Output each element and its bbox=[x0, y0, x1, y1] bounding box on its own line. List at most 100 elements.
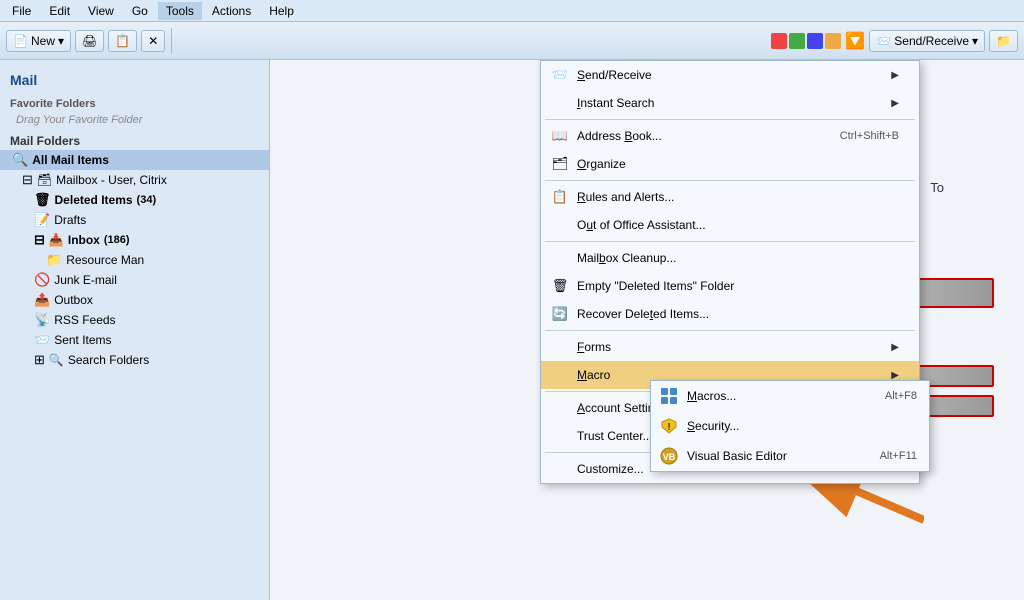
inbox-badge: (186) bbox=[104, 234, 130, 246]
menu-tools[interactable]: Tools bbox=[158, 2, 202, 20]
forms-arrow: ▶ bbox=[891, 342, 899, 353]
color-box-green bbox=[789, 33, 805, 49]
deleted-label: Deleted Items bbox=[55, 193, 133, 207]
search-folders-label: Search Folders bbox=[68, 353, 149, 367]
rules-menu-label: Rules and Alerts... bbox=[577, 190, 674, 204]
deleted-icon: 🗑 bbox=[34, 192, 51, 208]
menu-view[interactable]: View bbox=[80, 2, 122, 20]
sidebar-item-deleted[interactable]: 🗑 Deleted Items (34) bbox=[0, 190, 269, 210]
menu-address-book[interactable]: 📖 Address Book... Ctrl+Shift+B bbox=[541, 122, 919, 150]
folder-button[interactable]: 📁 bbox=[989, 30, 1018, 52]
menu-edit[interactable]: Edit bbox=[41, 2, 78, 20]
send-receive-icon: 📨 bbox=[876, 34, 891, 48]
address-book-icon: 📋 bbox=[115, 34, 130, 48]
toolbar: 📄 New ▾ 🖨 📋 ✕ 🔽 📨 Send/Receive ▾ 📁 bbox=[0, 22, 1024, 60]
menu-out-of-office[interactable]: Out of Office Assistant... bbox=[541, 211, 919, 239]
print-button[interactable]: 🖨 bbox=[75, 30, 104, 52]
recover-deleted-label: Recover Deleted Items... bbox=[577, 307, 709, 321]
junk-icon: 🚫 bbox=[34, 272, 50, 288]
vb-editor-shortcut: Alt+F11 bbox=[880, 450, 917, 462]
color-box-blue bbox=[807, 33, 823, 49]
sidebar: Mail Favorite Folders Drag Your Favorite… bbox=[0, 60, 270, 600]
account-settings-icon bbox=[551, 399, 569, 417]
macro-arrow: ▶ bbox=[891, 370, 899, 381]
submenu-vb-editor[interactable]: VB Visual Basic Editor Alt+F11 bbox=[651, 441, 929, 471]
mail-title: Mail bbox=[0, 68, 269, 90]
sidebar-item-drafts[interactable]: 📝 Drafts bbox=[0, 210, 269, 230]
submenu-macros[interactable]: Macros... Alt+F8 bbox=[651, 381, 929, 411]
address-book-button[interactable]: 📋 bbox=[108, 30, 137, 52]
rss-icon: 📡 bbox=[34, 312, 50, 328]
sidebar-item-inbox[interactable]: ⊟ 📥 Inbox (186) bbox=[0, 230, 269, 250]
mail-folders-title: Mail Folders bbox=[0, 128, 269, 150]
drafts-icon: 📝 bbox=[34, 212, 50, 228]
filter-icon: 🔽 bbox=[845, 31, 865, 51]
svg-text:VB: VB bbox=[663, 452, 676, 462]
delete-icon: ✕ bbox=[148, 34, 158, 48]
customize-icon bbox=[551, 460, 569, 478]
delete-button[interactable]: ✕ bbox=[141, 30, 165, 52]
sidebar-item-rss[interactable]: 📡 RSS Feeds bbox=[0, 310, 269, 330]
mailbox-cleanup-icon bbox=[551, 249, 569, 267]
sidebar-item-outbox[interactable]: 📤 Outbox bbox=[0, 290, 269, 310]
menu-rules-alerts[interactable]: 📋 Rules and Alerts... bbox=[541, 183, 919, 211]
out-of-office-icon bbox=[551, 216, 569, 234]
folder-icon: 📁 bbox=[996, 34, 1011, 48]
menu-forms[interactable]: Forms ▶ bbox=[541, 333, 919, 361]
rss-label: RSS Feeds bbox=[54, 313, 115, 327]
new-icon: 📄 bbox=[13, 34, 28, 48]
outbox-label: Outbox bbox=[54, 293, 93, 307]
menu-empty-deleted[interactable]: 🗑 Empty "Deleted Items" Folder bbox=[541, 272, 919, 300]
menu-mailbox-cleanup[interactable]: Mailbox Cleanup... bbox=[541, 244, 919, 272]
security-icon: ! bbox=[659, 417, 679, 435]
toolbar-separator-1 bbox=[171, 28, 172, 54]
macros-label: Macros... bbox=[687, 389, 736, 403]
submenu-security[interactable]: ! Security... bbox=[651, 411, 929, 441]
new-dropdown-icon: ▾ bbox=[58, 34, 64, 48]
sidebar-item-junk[interactable]: 🚫 Junk E-mail bbox=[0, 270, 269, 290]
inbox-label: Inbox bbox=[68, 233, 100, 247]
search-folders-icon: 🔍 bbox=[49, 353, 64, 367]
send-receive-menu-label: Send/Receive bbox=[577, 68, 652, 82]
new-label: New bbox=[31, 34, 55, 48]
menu-sep-3 bbox=[545, 241, 915, 242]
menu-send-receive[interactable]: 📨 Send/Receive ▶ bbox=[541, 61, 919, 89]
menu-instant-search[interactable]: Instant Search ▶ bbox=[541, 89, 919, 117]
sidebar-item-all-mail[interactable]: 🔍 All Mail Items bbox=[0, 150, 269, 170]
mailbox-icon: 🗃 bbox=[37, 173, 52, 187]
junk-label: Junk E-mail bbox=[54, 273, 117, 287]
rules-menu-icon: 📋 bbox=[551, 188, 569, 206]
outbox-icon: 📤 bbox=[34, 292, 50, 308]
menu-recover-deleted[interactable]: 🔄 Recover Deleted Items... bbox=[541, 300, 919, 328]
security-label: Security... bbox=[687, 419, 739, 433]
mailbox-cleanup-label: Mailbox Cleanup... bbox=[577, 251, 676, 265]
sidebar-item-search-folders[interactable]: ⊞ 🔍 Search Folders bbox=[0, 350, 269, 370]
expand-inbox-icon: ⊟ bbox=[34, 232, 45, 248]
print-icon: 🖨 bbox=[82, 34, 97, 48]
vb-editor-icon: VB bbox=[659, 447, 679, 465]
send-receive-dropdown-icon: ▾ bbox=[972, 34, 978, 48]
menu-actions[interactable]: Actions bbox=[204, 2, 259, 20]
macros-shortcut: Alt+F8 bbox=[885, 390, 917, 402]
out-of-office-label: Out of Office Assistant... bbox=[577, 218, 706, 232]
color-box-yellow bbox=[825, 33, 841, 49]
menu-go[interactable]: Go bbox=[124, 2, 156, 20]
send-receive-button[interactable]: 📨 Send/Receive ▾ bbox=[869, 30, 985, 52]
vb-editor-label: Visual Basic Editor bbox=[687, 449, 787, 463]
menu-organize[interactable]: 🗂 Organize bbox=[541, 150, 919, 178]
sidebar-item-mailbox[interactable]: ⊟ 🗃 Mailbox - User, Citrix bbox=[0, 170, 269, 190]
drafts-label: Drafts bbox=[54, 213, 86, 227]
menu-file[interactable]: File bbox=[4, 2, 39, 20]
empty-deleted-icon: 🗑 bbox=[551, 277, 569, 295]
sent-icon: 📨 bbox=[34, 332, 50, 348]
color-box-red bbox=[771, 33, 787, 49]
menu-help[interactable]: Help bbox=[261, 2, 302, 20]
send-receive-menu-icon: 📨 bbox=[551, 66, 569, 84]
forms-icon bbox=[551, 338, 569, 356]
address-book-shortcut: Ctrl+Shift+B bbox=[840, 130, 899, 142]
new-button[interactable]: 📄 New ▾ bbox=[6, 30, 71, 52]
sidebar-item-resource[interactable]: 📁 Resource Man bbox=[0, 250, 269, 270]
sidebar-item-sent[interactable]: 📨 Sent Items bbox=[0, 330, 269, 350]
all-mail-label: All Mail Items bbox=[32, 153, 109, 167]
customize-label: Customize... bbox=[577, 462, 644, 476]
